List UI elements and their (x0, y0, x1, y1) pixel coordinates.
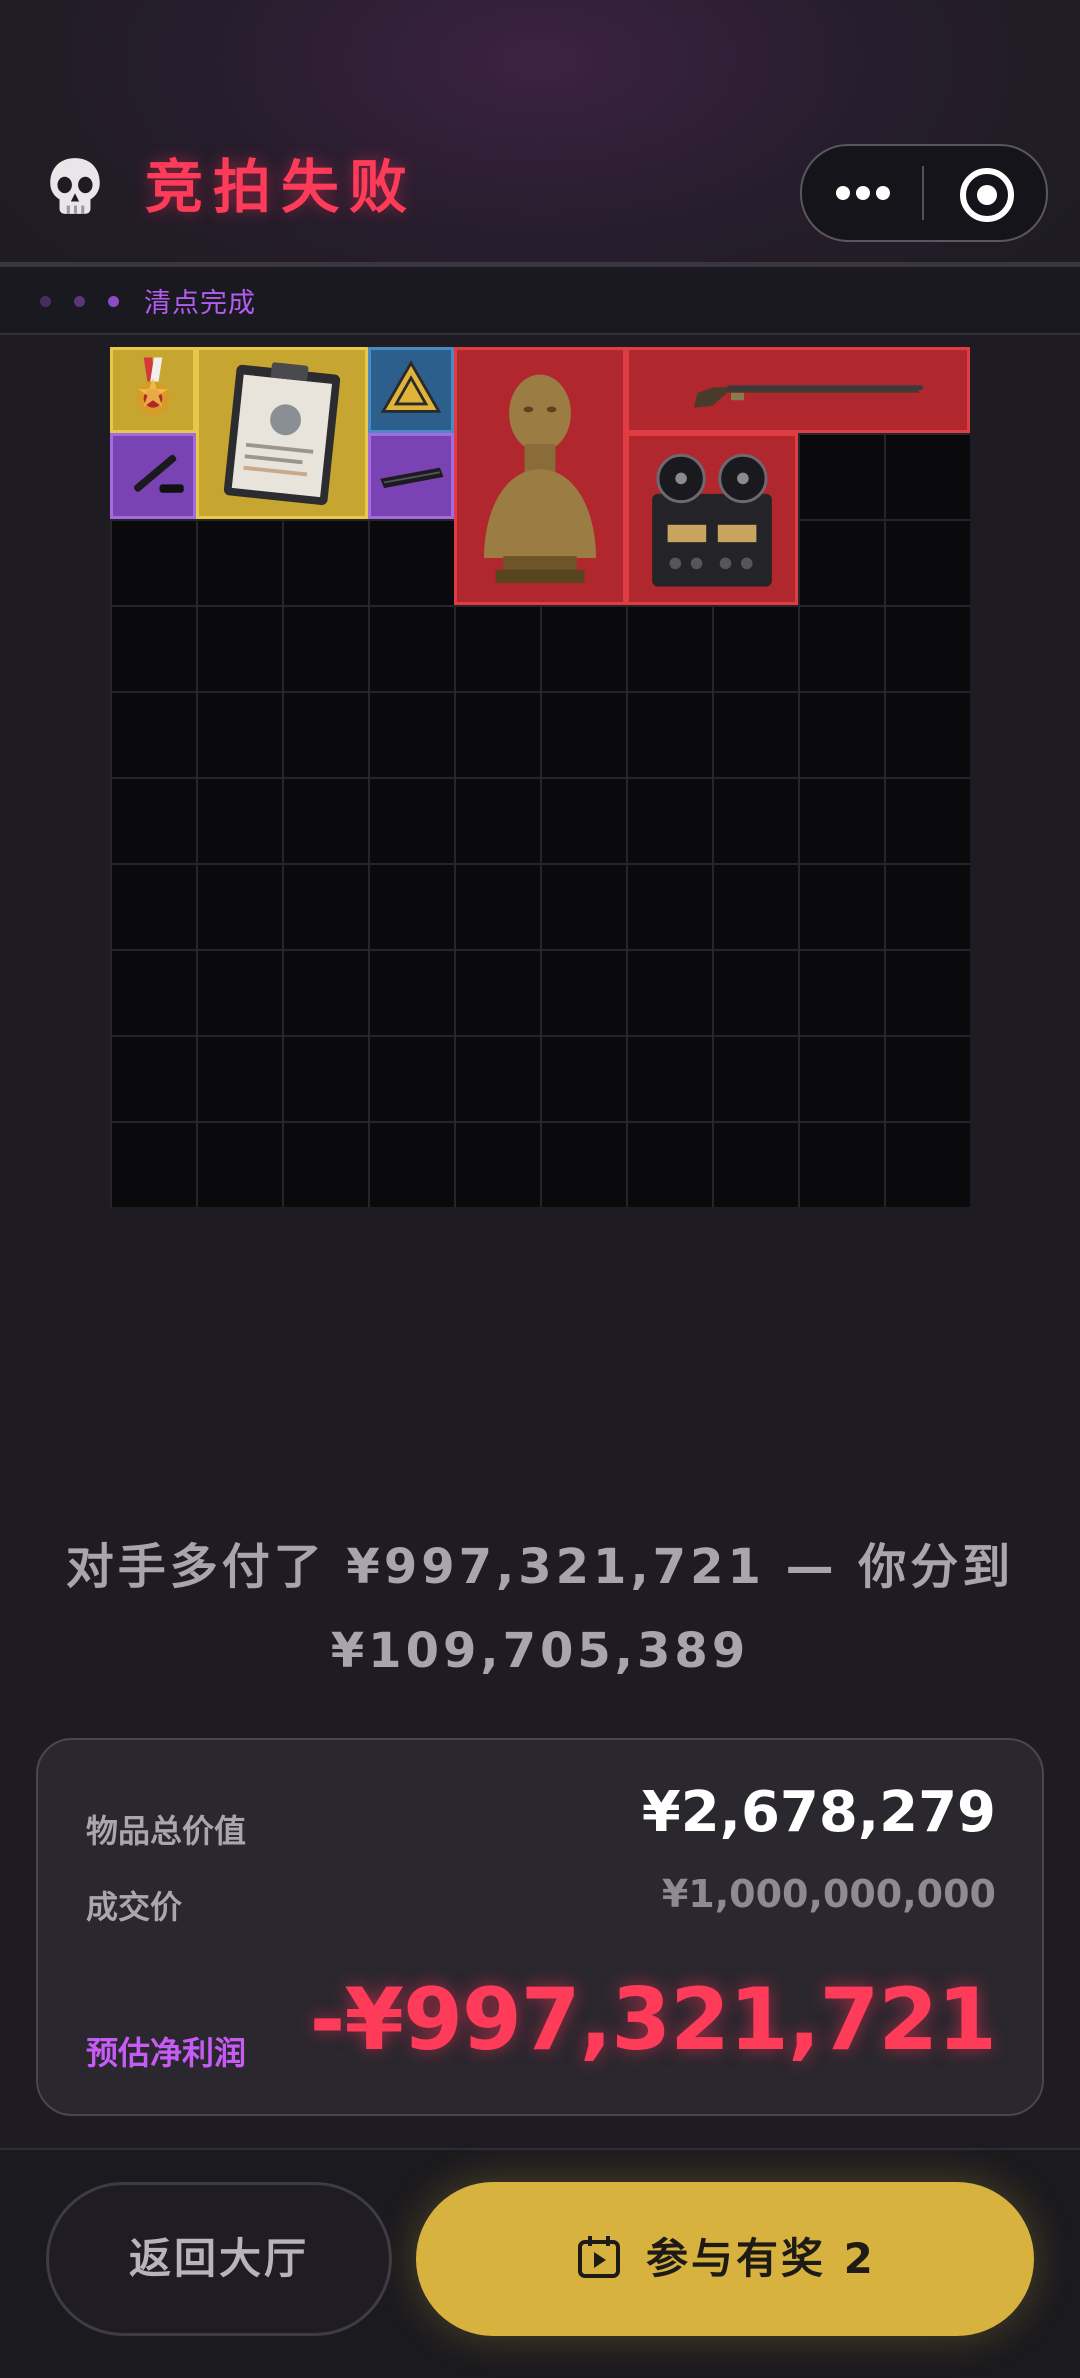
item-medal[interactable] (110, 347, 196, 433)
item-warning-sign[interactable] (368, 347, 454, 433)
pen-icon (133, 454, 184, 493)
clipboard-icon (223, 362, 341, 506)
more-button[interactable] (802, 146, 922, 240)
target-dot (977, 185, 997, 205)
status-dot (108, 296, 119, 307)
result-message-line2: ¥109,705,389 (330, 1623, 750, 1679)
item-clipboard[interactable] (196, 347, 368, 519)
bronze-bust-icon (484, 374, 596, 584)
rifle-icon (693, 385, 923, 408)
status-dot (40, 296, 51, 307)
summary-card: 物品总价值 ¥2,678,279 成交价 ¥1,000,000,000 预估净利… (36, 1738, 1044, 2116)
return-lobby-button[interactable]: 返回大厅 (46, 2182, 392, 2336)
medal-icon (136, 357, 170, 416)
more-dots-icon (836, 186, 850, 200)
close-miniprogram-button[interactable] (924, 146, 1046, 240)
result-message-line1: 对手多付了 ¥997,321,721 — 你分到 (65, 1539, 1015, 1595)
profit-label: 预估净利润 (86, 2034, 247, 2072)
header: 竞拍失败 (0, 130, 1080, 250)
rolled-item-icon (380, 467, 444, 489)
bottom-bar: 返回大厅 参与有奖 2 (0, 2148, 1080, 2378)
join-reward-label: 参与有奖 2 (646, 2234, 876, 2283)
item-tape-recorder[interactable] (626, 433, 798, 605)
result-message: 对手多付了 ¥997,321,721 — 你分到 ¥109,705,389 (0, 1525, 1080, 1693)
mini-program-capsule (800, 144, 1048, 242)
status-dot (74, 296, 85, 307)
more-dot (876, 186, 890, 200)
deal-price: ¥1,000,000,000 (661, 1872, 996, 1916)
join-reward-button[interactable]: 参与有奖 2 (416, 2182, 1034, 2336)
status-strip: 清点完成 (0, 262, 1080, 335)
tape-recorder-icon (652, 453, 772, 587)
deal-price-label: 成交价 (86, 1888, 183, 1926)
calendar-play-icon (578, 2236, 620, 2278)
profit-value: -¥997,321,721 (309, 1970, 997, 2070)
total-value: ¥2,678,279 (641, 1780, 996, 1845)
status-text: 清点完成 (144, 288, 256, 319)
item-rolled[interactable] (368, 433, 454, 519)
warning-sign-icon (380, 360, 442, 413)
item-pen[interactable] (110, 433, 196, 519)
inventory-grid (110, 347, 970, 1207)
more-dot (856, 186, 870, 200)
skull-icon (50, 158, 100, 214)
item-bronze-bust[interactable] (454, 347, 626, 605)
page-title: 竞拍失败 (145, 153, 418, 221)
total-value-label: 物品总价值 (86, 1812, 247, 1850)
item-flintlock-rifle[interactable] (626, 347, 970, 433)
